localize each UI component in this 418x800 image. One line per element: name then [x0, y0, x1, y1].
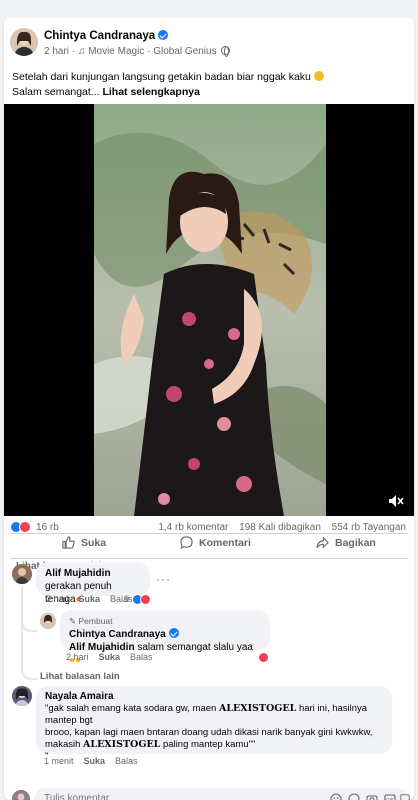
mute-icon[interactable]: [388, 494, 404, 508]
video-player[interactable]: [4, 104, 414, 516]
comment-input[interactable]: [44, 793, 304, 800]
commenter-avatar[interactable]: [12, 564, 32, 584]
reply-text: salam semangat slalu yaa: [137, 642, 253, 653]
thread-connector: [21, 666, 37, 680]
comment-footer: 2 hari Suka Balas: [46, 594, 133, 604]
comment-time[interactable]: 1 menit: [44, 756, 74, 766]
comment-time[interactable]: 2 hari: [46, 594, 69, 604]
comment-bubble: Alif Mujahidin gerakan penuh tenaga●: [36, 562, 150, 605]
post-time[interactable]: 2 hari: [44, 46, 69, 57]
love-reaction-icon: [140, 594, 151, 605]
comment-like-button[interactable]: Suka: [84, 756, 106, 766]
current-user-avatar[interactable]: [12, 790, 30, 800]
comment-bubble: Nayala Amaira "gak salah emang kata soda…: [36, 686, 392, 762]
like-button-label: Suka: [81, 537, 107, 549]
comment-author[interactable]: Nayala Amaira: [45, 691, 383, 703]
share-button-label: Bagikan: [335, 537, 376, 549]
comment-reply-button[interactable]: Balas: [115, 756, 138, 766]
reply-avatar[interactable]: [40, 613, 56, 629]
video-frame: [94, 104, 326, 516]
comment-icon: [180, 536, 193, 550]
music-note-icon: · ♫: [71, 46, 89, 57]
comment-footer: 1 menit Suka Balas: [44, 756, 138, 766]
verified-badge-icon: [168, 628, 179, 638]
love-reaction-icon: [258, 652, 269, 663]
comment-text: paling mantep kamu"": [163, 739, 256, 750]
comment-reply-button[interactable]: Balas: [110, 594, 133, 604]
comment-options-icon[interactable]: ···: [156, 572, 171, 586]
caption-text-2: Salam semangat...: [12, 86, 100, 98]
comment-line: brooo, kapan lagi maen bntaran doang uda…: [45, 727, 373, 738]
post-music[interactable]: Movie Magic · Global Genius: [88, 46, 216, 57]
caption-text-1: Setelah dari kunjungan langsung getakin …: [12, 71, 311, 83]
emoji-icon[interactable]: [348, 793, 360, 800]
post-header: Chintya Candranaya 2 hari · ♫ Movie Magi…: [10, 28, 408, 60]
author-avatar[interactable]: [10, 28, 38, 56]
comment-button-label: Komentari: [199, 537, 251, 549]
thread-line: [21, 586, 23, 674]
brand-text: ALEXISTOGEL: [83, 739, 161, 750]
see-more-link[interactable]: Lihat selengkapnya: [102, 86, 199, 98]
post-meta: 2 hari · ♫ Movie Magic · Global Genius: [44, 46, 231, 57]
globe-icon: [221, 46, 231, 57]
commenter-avatar[interactable]: [12, 686, 32, 706]
author-badge-label: Pembuat: [78, 616, 113, 626]
comment-author[interactable]: Alif Mujahidin: [45, 567, 141, 580]
divider: [10, 558, 408, 559]
comment-line: makasih ALEXISTOGEL paling mantep kamu"": [45, 739, 383, 751]
comment-text: "gak salah emang kata sodara gw, maen: [45, 703, 217, 714]
comment-reaction-count[interactable]: 9: [124, 594, 129, 604]
more-replies-link[interactable]: Lihat balasan lain: [40, 671, 120, 682]
reply-reply-button[interactable]: Balas: [130, 652, 153, 662]
author-name[interactable]: Chintya Candranaya: [44, 30, 169, 42]
smile-emoji-icon: [313, 71, 324, 81]
reply-author[interactable]: Chintya Candranaya: [69, 628, 261, 641]
reply-time[interactable]: 2 hari: [66, 652, 89, 662]
post-caption: Setelah dari kunjungan langsung getakin …: [12, 70, 410, 100]
post-card: Chintya Candranaya 2 hari · ♫ Movie Magi…: [4, 18, 414, 800]
caption-line-2: Salam semangat... Lihat selengkapnya: [12, 85, 410, 100]
gif-icon[interactable]: GIF: [384, 793, 396, 800]
reply-author-text[interactable]: Chintya Candranaya: [69, 629, 166, 640]
author-name-text[interactable]: Chintya Candranaya: [44, 30, 155, 42]
comment-composer[interactable]: GIF: [34, 788, 410, 800]
reply-like-button[interactable]: Suka: [99, 652, 121, 662]
author-badge: ✎ Pembuat: [69, 615, 261, 628]
share-button[interactable]: Bagikan: [316, 536, 376, 554]
verified-badge-icon: [158, 30, 169, 40]
share-icon: [316, 536, 329, 549]
avatar-sticker-icon[interactable]: [330, 793, 342, 800]
brand-text: ALEXISTOGEL: [218, 703, 297, 714]
caption-line-1: Setelah dari kunjungan langsung getakin …: [12, 70, 410, 85]
reply-bubble: ✎ Pembuat Chintya Candranaya Alif Mujahi…: [60, 610, 270, 666]
sticker-icon[interactable]: [400, 793, 410, 800]
thumbs-up-icon: [62, 536, 75, 549]
comment-text: makasih: [45, 739, 81, 750]
reply-footer: 2 hari Suka Balas: [66, 652, 153, 662]
comment-button[interactable]: Komentari: [180, 536, 251, 554]
comment-like-button[interactable]: Suka: [79, 594, 101, 604]
camera-icon[interactable]: [366, 793, 378, 800]
like-button[interactable]: Suka: [62, 536, 106, 554]
comment-line: "gak salah emang kata sodara gw, maen AL…: [45, 703, 383, 727]
post-actions: Suka Komentari Bagikan: [10, 532, 408, 558]
thread-connector: [21, 618, 37, 632]
